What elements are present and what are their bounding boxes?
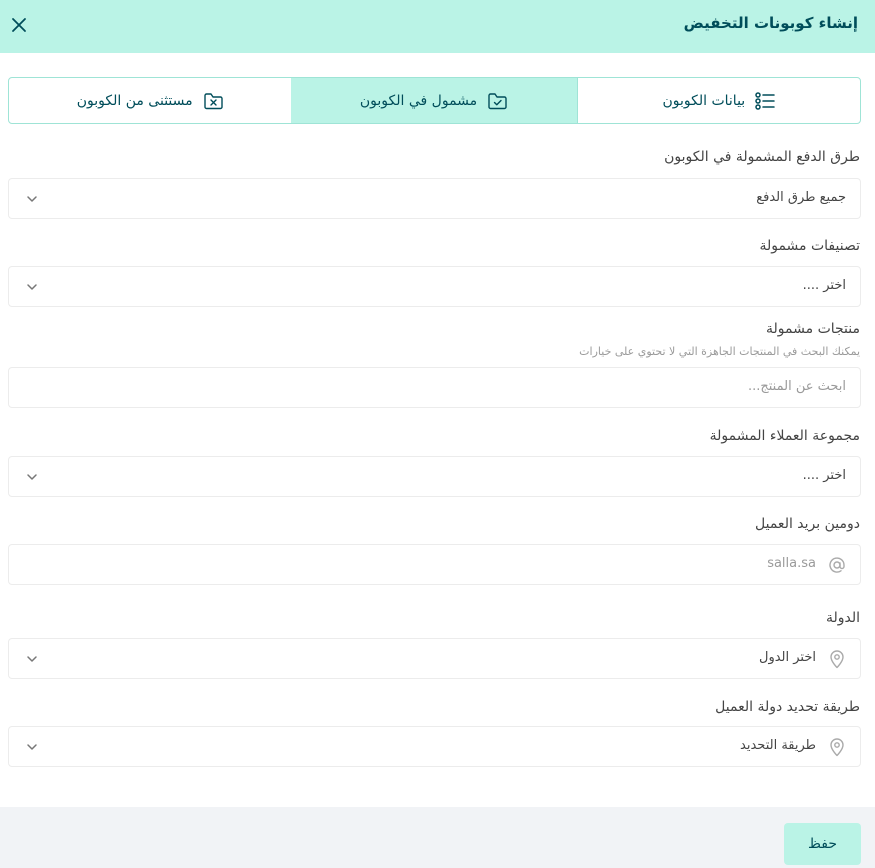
product-search-placeholder: ابحث عن المنتج...	[747, 379, 846, 394]
tab-included[interactable]: مشمول في الكوبون	[291, 78, 577, 123]
chevron-down-icon	[27, 474, 37, 480]
customer-groups-value: اختر ....	[802, 468, 846, 483]
tab-bar: بيانات الكوبون مشمول في الكوبون مستثنى م…	[8, 77, 861, 124]
chevron-down-icon	[27, 284, 37, 290]
chevron-down-icon	[27, 656, 37, 662]
product-search-input[interactable]: ابحث عن المنتج...	[8, 367, 861, 408]
country-method-select[interactable]: طريقة التحديد	[8, 726, 861, 767]
country-label: الدولة	[825, 610, 860, 626]
tab-label: مستثنى من الكوبون	[76, 92, 193, 109]
country-select[interactable]: اختر الدول	[8, 638, 861, 679]
tab-coupon-data[interactable]: بيانات الكوبون	[576, 78, 860, 123]
folder-x-icon	[203, 92, 223, 109]
country-method-value: طريقة التحديد	[740, 738, 816, 753]
products-label: منتجات مشمولة	[766, 321, 860, 337]
tab-excluded[interactable]: مستثنى من الكوبون	[9, 78, 291, 123]
categories-value: اختر ....	[802, 278, 846, 293]
tab-label: مشمول في الكوبون	[359, 92, 478, 109]
tab-label: بيانات الكوبون	[662, 92, 746, 109]
customer-groups-select[interactable]: اختر ....	[8, 456, 861, 497]
folder-check-icon	[488, 92, 507, 109]
country-method-label: طريقة تحديد دولة العميل	[715, 699, 860, 715]
at-sign-icon	[829, 557, 845, 573]
location-pin-icon	[830, 650, 844, 669]
dialog-title: إنشاء كوبونات التخفيض	[683, 14, 858, 32]
dialog-footer	[0, 807, 875, 868]
payment-methods-label: طرق الدفع المشمولة في الكوبون	[664, 149, 860, 165]
categories-select[interactable]: اختر ....	[8, 266, 861, 307]
email-domain-label: دومين بريد العميل	[755, 516, 860, 532]
chevron-down-icon	[27, 196, 37, 202]
products-hint: يمكنك البحث في المنتجات الجاهزة التي لا …	[579, 345, 860, 358]
chevron-down-icon	[27, 744, 37, 750]
save-button[interactable]: حفظ	[784, 823, 861, 865]
categories-label: تصنيفات مشمولة	[759, 238, 860, 254]
email-domain-input[interactable]: salla.sa	[8, 544, 861, 585]
dialog-header: إنشاء كوبونات التخفيض	[0, 0, 875, 53]
location-pin-icon	[830, 738, 844, 757]
customer-groups-label: مجموعة العملاء المشمولة	[709, 428, 860, 444]
close-icon[interactable]	[9, 15, 29, 35]
email-domain-placeholder: salla.sa	[767, 556, 816, 571]
country-value: اختر الدول	[759, 650, 816, 665]
payment-methods-select[interactable]: جميع طرق الدفع	[8, 178, 861, 219]
payment-methods-value: جميع طرق الدفع	[756, 190, 846, 205]
list-icon	[755, 91, 775, 110]
